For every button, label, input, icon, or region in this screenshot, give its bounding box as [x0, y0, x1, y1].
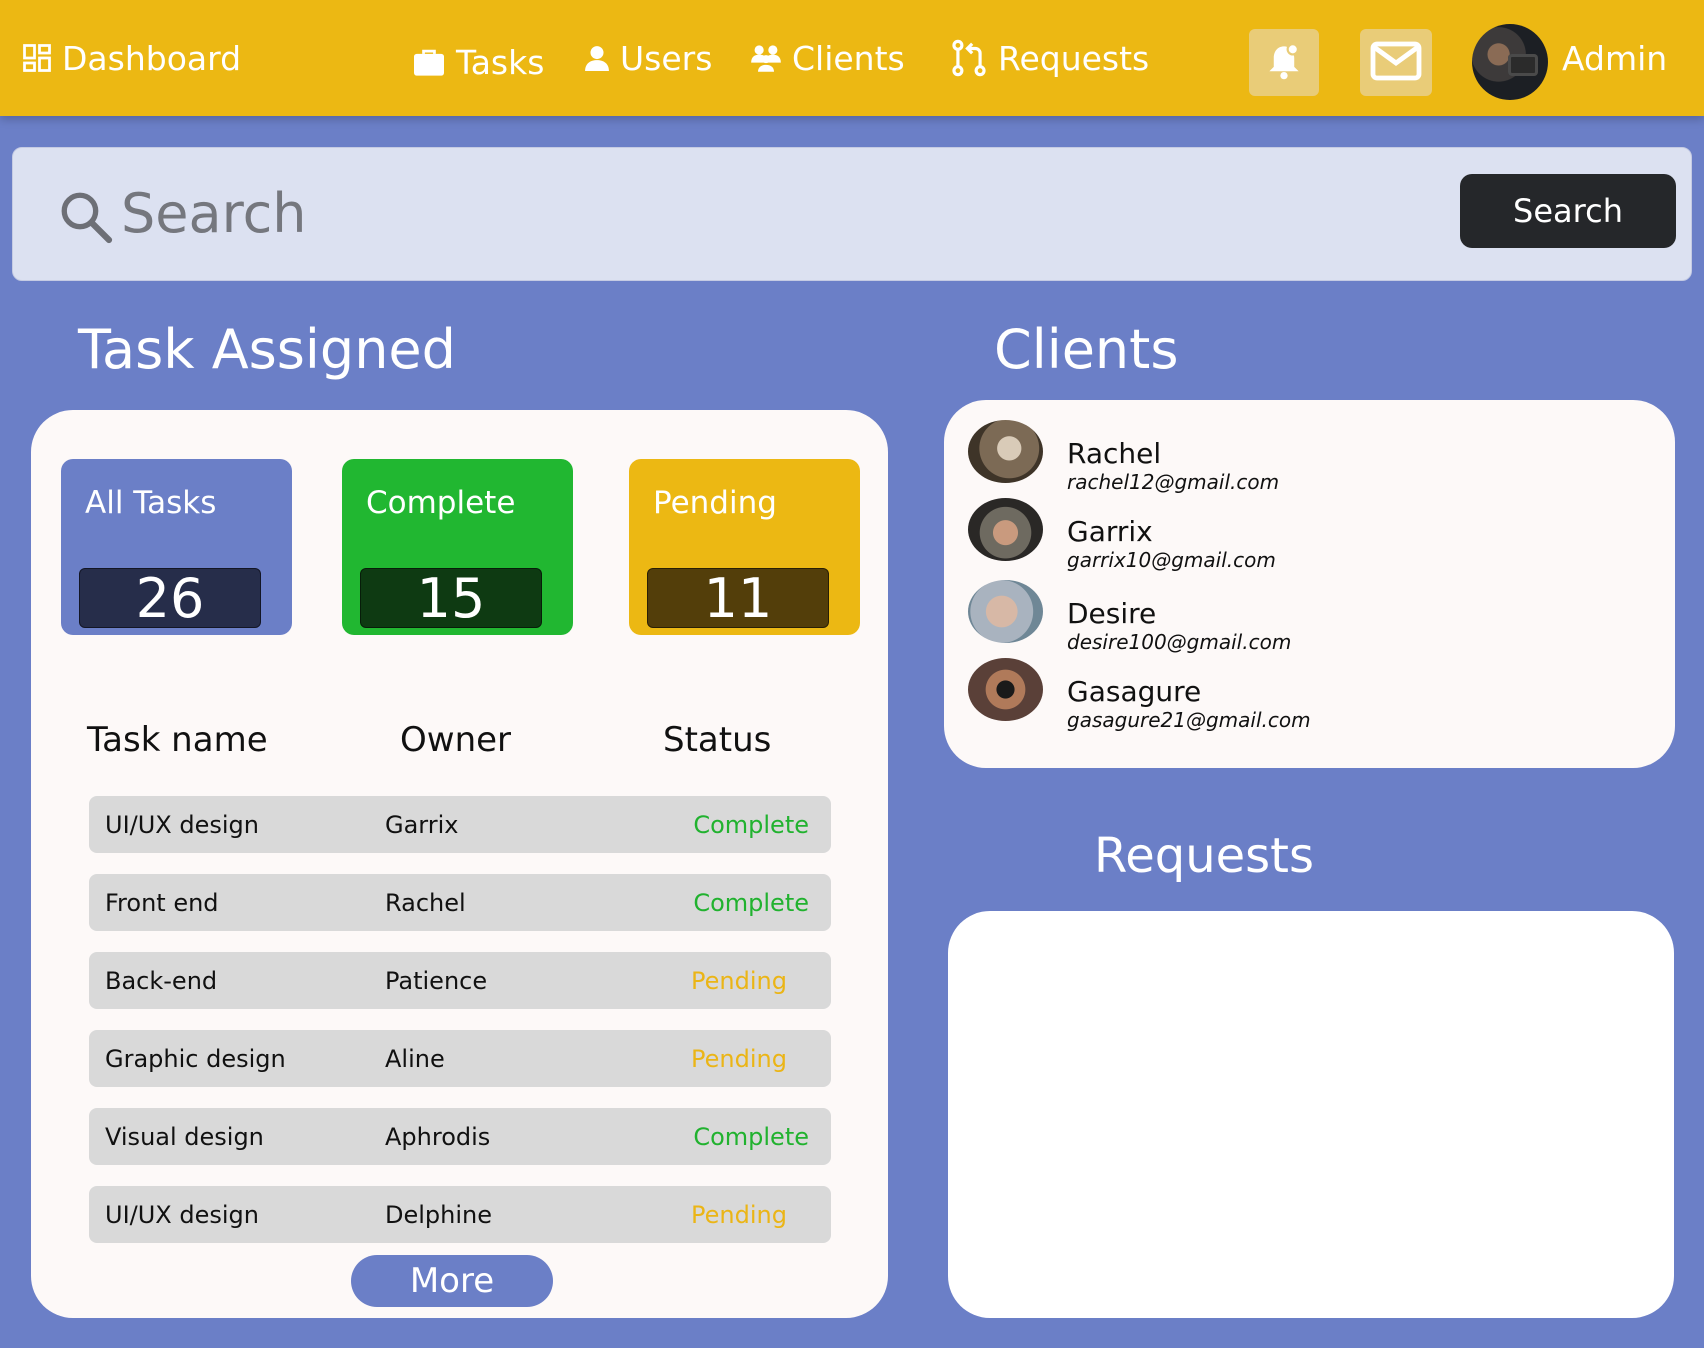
- owner-cell: Patience: [385, 966, 488, 995]
- client-name: Desire: [1067, 597, 1157, 630]
- nav-requests[interactable]: Requests: [950, 0, 1149, 116]
- task-name-cell: Front end: [105, 888, 219, 917]
- status-cell: Pending: [691, 966, 787, 995]
- notifications-button[interactable]: [1249, 29, 1319, 96]
- client-item-rachel[interactable]: Rachel rachel12@gmail.com: [968, 420, 1568, 496]
- task-name-cell: UI/UX design: [105, 1200, 259, 1229]
- search-input[interactable]: [121, 178, 1221, 248]
- avatar: [968, 658, 1043, 721]
- column-header-status: Status: [663, 720, 772, 760]
- owner-cell: Delphine: [385, 1200, 493, 1229]
- client-email: gasagure21@gmail.com: [1067, 708, 1311, 732]
- stat-card-all-tasks[interactable]: All Tasks 26: [61, 459, 292, 635]
- table-row[interactable]: Graphic design Aline Pending: [89, 1030, 831, 1087]
- table-row[interactable]: UI/UX design Delphine Pending: [89, 1186, 831, 1243]
- stat-value: 15: [360, 567, 542, 630]
- table-row[interactable]: UI/UX design Garrix Complete: [89, 796, 831, 853]
- nav-dashboard-label: Dashboard: [62, 38, 242, 78]
- nav-clients[interactable]: Clients: [750, 0, 905, 116]
- client-email: desire100@gmail.com: [1067, 630, 1292, 654]
- column-header-owner: Owner: [400, 720, 512, 760]
- task-name-cell: Graphic design: [105, 1044, 286, 1073]
- nav-dashboard[interactable]: Dashboard: [22, 0, 241, 116]
- table-row[interactable]: Visual design Aphrodis Complete: [89, 1108, 831, 1165]
- stat-label: Pending: [653, 485, 777, 521]
- mail-icon: [1370, 41, 1422, 85]
- task-name-cell: UI/UX design: [105, 810, 259, 839]
- stat-value: 26: [79, 567, 261, 630]
- table-row[interactable]: Back-end Patience Pending: [89, 952, 831, 1009]
- admin-name[interactable]: Admin: [1562, 0, 1667, 116]
- status-cell: Pending: [691, 1044, 787, 1073]
- avatar: [968, 498, 1043, 561]
- task-name-cell: Visual design: [105, 1122, 264, 1151]
- stat-card-complete[interactable]: Complete 15: [342, 459, 573, 635]
- search-button[interactable]: Search: [1460, 174, 1676, 248]
- stat-value: 11: [647, 567, 829, 630]
- owner-cell: Aphrodis: [385, 1122, 491, 1151]
- messages-button[interactable]: [1360, 29, 1432, 96]
- status-cell: Complete: [693, 1122, 809, 1151]
- tasks-panel: All Tasks 26 Complete 15 Pending 11 Task…: [31, 410, 888, 1318]
- top-nav-bar: Dashboard Tasks Users Clients Requests A…: [0, 0, 1704, 116]
- nav-clients-label: Clients: [792, 38, 905, 78]
- dashboard-icon: [22, 43, 52, 73]
- owner-cell: Garrix: [385, 810, 459, 839]
- nav-requests-label: Requests: [998, 38, 1150, 78]
- nav-tasks-label: Tasks: [456, 42, 545, 82]
- task-name-cell: Back-end: [105, 966, 218, 995]
- owner-cell: Aline: [385, 1044, 445, 1073]
- client-name: Gasagure: [1067, 675, 1202, 708]
- requests-section-title: Requests: [1094, 828, 1314, 884]
- client-name: Garrix: [1067, 515, 1153, 548]
- admin-avatar[interactable]: [1472, 24, 1548, 100]
- status-cell: Complete: [693, 810, 809, 839]
- client-item-desire[interactable]: Desire desire100@gmail.com: [968, 580, 1568, 656]
- group-icon: [750, 43, 782, 73]
- column-header-task-name: Task name: [87, 720, 268, 760]
- client-name: Rachel: [1067, 437, 1162, 470]
- client-email: garrix10@gmail.com: [1067, 548, 1276, 572]
- search-bar: Search: [12, 147, 1692, 281]
- search-icon: [57, 188, 115, 250]
- stat-label: Complete: [366, 485, 516, 521]
- client-item-gasagure[interactable]: Gasagure gasagure21@gmail.com: [968, 658, 1568, 734]
- nav-users[interactable]: Users: [584, 0, 712, 116]
- status-cell: Pending: [691, 1200, 787, 1229]
- table-row[interactable]: Front end Rachel Complete: [89, 874, 831, 931]
- bell-icon: [1266, 42, 1302, 84]
- tasks-section-title: Task Assigned: [78, 318, 456, 381]
- clients-section-title: Clients: [994, 318, 1179, 381]
- stat-label: All Tasks: [85, 485, 217, 521]
- requests-panel: [948, 911, 1674, 1318]
- client-email: rachel12@gmail.com: [1067, 470, 1280, 494]
- client-item-garrix[interactable]: Garrix garrix10@gmail.com: [968, 498, 1568, 574]
- avatar: [968, 420, 1043, 483]
- status-cell: Complete: [693, 888, 809, 917]
- owner-cell: Rachel: [385, 888, 466, 917]
- nav-users-label: Users: [620, 38, 713, 78]
- nav-tasks[interactable]: Tasks: [412, 0, 544, 116]
- user-icon: [584, 44, 610, 72]
- more-button[interactable]: More: [351, 1255, 553, 1307]
- briefcase-icon: [412, 47, 446, 77]
- avatar: [968, 580, 1043, 643]
- clients-panel: Rachel rachel12@gmail.com Garrix garrix1…: [944, 400, 1675, 768]
- pull-request-icon: [950, 39, 988, 77]
- stat-card-pending[interactable]: Pending 11: [629, 459, 860, 635]
